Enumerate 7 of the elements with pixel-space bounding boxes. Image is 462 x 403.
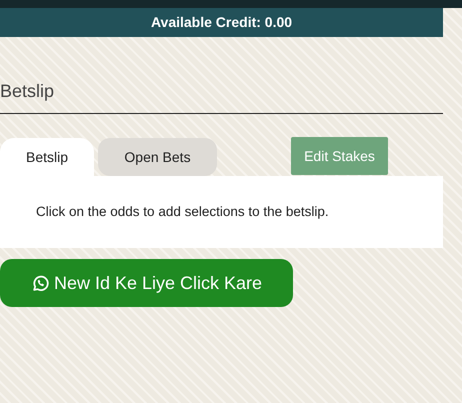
whatsapp-icon <box>30 274 50 292</box>
whatsapp-button[interactable]: New Id Ke Liye Click Kare <box>0 259 293 307</box>
betslip-heading: Betslip <box>0 81 54 101</box>
available-credit: Available Credit: 0.00 <box>150 13 292 32</box>
tab[interactable]: Betslip <box>0 138 94 176</box>
tab[interactable]: Open Bets <box>98 138 217 176</box>
empty-message: Click on the odds to add selections to the betslip. <box>36 202 329 221</box>
